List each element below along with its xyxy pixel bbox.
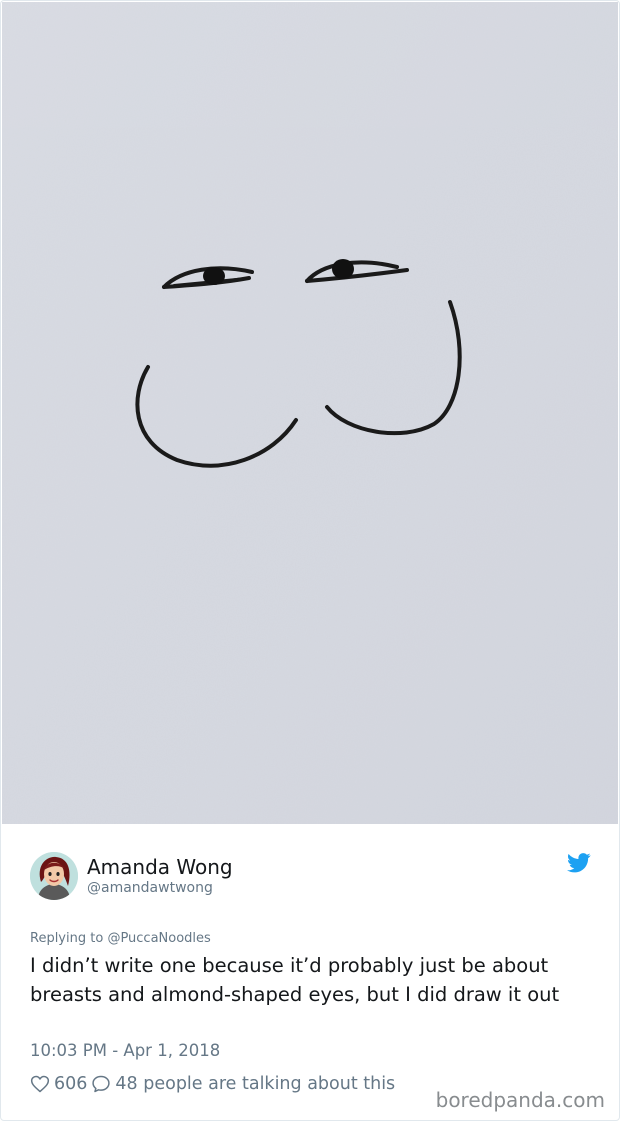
reply-context: Replying to @PuccaNoodles xyxy=(30,931,211,946)
twitter-bird-icon[interactable] xyxy=(567,853,591,873)
tweet-author: Amanda Wong @amandawtwong xyxy=(30,852,595,902)
drawing-on-paper xyxy=(2,2,618,824)
author-name[interactable]: Amanda Wong xyxy=(87,855,233,879)
engagement-bar: 606 48 people are talking about this xyxy=(30,1072,395,1096)
reply-prefix: Replying to xyxy=(30,931,104,946)
tweet-card: Amanda Wong @amandawtwong Replying to @P… xyxy=(0,0,620,1121)
avatar[interactable] xyxy=(30,852,78,900)
watermark: boredpanda.com xyxy=(435,1088,605,1112)
author-handle[interactable]: @amandawtwong xyxy=(87,880,213,896)
avatar-illustration xyxy=(30,852,78,900)
reply-handle-link[interactable]: @PuccaNoodles xyxy=(107,931,210,946)
like-button[interactable]: 606 xyxy=(30,1074,87,1094)
speech-bubble-icon xyxy=(92,1075,111,1093)
tweet-timestamp[interactable]: 10:03 PM - Apr 1, 2018 xyxy=(30,1041,220,1060)
talking-count: 48 people are talking about this xyxy=(115,1074,396,1094)
conversation-button[interactable]: 48 people are talking about this xyxy=(91,1074,395,1094)
heart-icon xyxy=(30,1075,50,1093)
tweet-photo[interactable] xyxy=(2,2,618,824)
tweet-text: I didn’t write one because it’d probably… xyxy=(30,954,560,1006)
like-count: 606 xyxy=(54,1074,88,1094)
